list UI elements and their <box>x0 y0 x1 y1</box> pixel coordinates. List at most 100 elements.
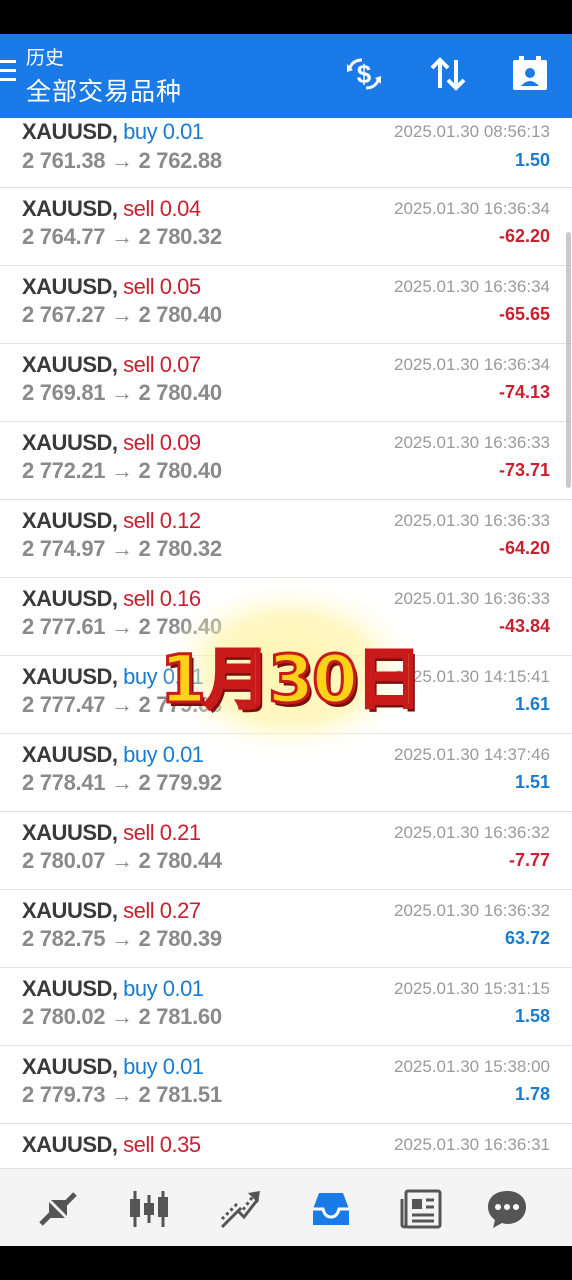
trade-symbol: XAUUSD, buy 0.01 <box>22 119 204 145</box>
trade-profit: 1.51 <box>514 772 550 792</box>
price-range: 2 777.47 → 2 779.08 <box>22 692 222 717</box>
trade-profit: 63.72 <box>504 928 550 948</box>
trade-row[interactable]: XAUUSD, sell 0.04 2 764.77 → 2 780.32 2025… <box>0 188 572 266</box>
trade-icon[interactable] <box>218 1187 262 1231</box>
trade-symbol: XAUUSD, sell 0.16 <box>22 586 201 612</box>
price-range: 2 772.21 → 2 780.40 <box>22 458 222 483</box>
bottom-navigation <box>0 1168 572 1246</box>
svg-text:$: $ <box>357 59 372 89</box>
trade-time: 2025.01.30 16:36:32 <box>394 823 550 842</box>
trade-profit: 1.78 <box>514 1084 550 1104</box>
price-range: 2 779.73 → 2 781.51 <box>22 1082 222 1107</box>
trade-symbol: XAUUSD, buy 0.01 <box>22 742 204 768</box>
trade-type: sell 0.05 <box>123 274 201 299</box>
trade-time: 2025.01.30 16:36:33 <box>394 433 550 452</box>
symbol-text: XAUUSD, <box>22 820 118 845</box>
symbol-text: XAUUSD, <box>22 976 118 1001</box>
trade-symbol: XAUUSD, sell 0.09 <box>22 430 201 456</box>
page-subtitle: 历史 <box>26 48 65 69</box>
trade-time: 2025.01.30 16:36:33 <box>394 589 550 608</box>
symbol-text: XAUUSD, <box>22 352 118 377</box>
scrollbar[interactable] <box>566 232 571 488</box>
price-range: 2 769.81 → 2 780.40 <box>22 380 222 405</box>
price-range: 2 777.61 → 2 780.40 <box>22 614 222 639</box>
trade-type: buy 0.01 <box>123 1054 204 1079</box>
price-range: 2 761.38 → 2 762.88 <box>22 148 222 173</box>
trade-type: sell 0.09 <box>123 430 201 455</box>
trade-row[interactable]: XAUUSD, sell 0.12 2 774.97 → 2 780.32 2025… <box>0 500 572 578</box>
trade-row[interactable]: XAUUSD, buy 0.01 2 777.47 → 2 779.08 2025.… <box>0 656 572 734</box>
trade-row[interactable]: XAUUSD, sell 0.21 2 780.07 → 2 780.44 2025… <box>0 812 572 890</box>
sort-icon[interactable] <box>428 54 468 94</box>
trade-time: 2025.01.30 16:36:34 <box>394 199 550 218</box>
trade-time: 2025.01.30 16:36:34 <box>394 355 550 374</box>
price-range: 2 764.77 → 2 780.32 <box>22 224 222 249</box>
trade-row[interactable]: XAUUSD, sell 0.27 2 782.75 → 2 780.39 2025… <box>0 890 572 968</box>
trade-row[interactable]: XAUUSD, sell 0.07 2 769.81 → 2 780.40 2025… <box>0 344 572 422</box>
trade-symbol: XAUUSD, sell 0.05 <box>22 274 201 300</box>
trade-symbol: XAUUSD, buy 0.01 <box>22 1054 204 1080</box>
symbol-text: XAUUSD, <box>22 119 118 144</box>
trade-row[interactable]: XAUUSD, buy 0.01 2 779.73 → 2 781.51 2025.… <box>0 1046 572 1124</box>
price-range: 2 778.41 → 2 779.92 <box>22 770 222 795</box>
trade-profit: -65.65 <box>498 304 550 324</box>
trade-profit: -74.13 <box>498 382 550 402</box>
trade-type: sell 0.21 <box>123 820 201 845</box>
trade-profit: -43.84 <box>498 616 550 636</box>
trade-profit: -73.71 <box>498 460 550 480</box>
price-range: 2 767.27 → 2 780.40 <box>22 302 222 327</box>
price-range: 2 782.75 → 2 780.39 <box>22 926 222 951</box>
symbol-text: XAUUSD, <box>22 664 118 689</box>
symbol-text: XAUUSD, <box>22 1132 118 1157</box>
trade-time: 2025.01.30 15:38:00 <box>394 1057 550 1076</box>
trade-type: sell 0.04 <box>123 196 201 221</box>
history-icon[interactable] <box>309 1187 353 1231</box>
trade-row[interactable]: XAUUSD, buy 0.01 2 780.02 → 2 781.60 2025.… <box>0 968 572 1046</box>
trade-row[interactable]: XAUUSD, buy 0.01 2 778.41 → 2 779.92 2025.… <box>0 734 572 812</box>
chat-icon[interactable] <box>485 1187 529 1231</box>
symbol-text: XAUUSD, <box>22 430 118 455</box>
news-icon[interactable] <box>400 1187 444 1231</box>
trade-time: 2025.01.30 08:56:13 <box>394 122 550 141</box>
trade-time: 2025.01.30 16:36:32 <box>394 901 550 920</box>
trade-profit: 1.58 <box>514 1006 550 1026</box>
symbol-text: XAUUSD, <box>22 196 118 221</box>
menu-icon[interactable] <box>0 60 16 84</box>
trade-profit: -62.20 <box>498 226 550 246</box>
trade-type: buy 0.01 <box>123 976 204 1001</box>
trade-type: buy 0.01 <box>123 742 204 767</box>
trade-row[interactable]: XAUUSD, sell 0.09 2 772.21 → 2 780.40 2025… <box>0 422 572 500</box>
trade-time: 2025.01.30 16:36:34 <box>394 277 550 296</box>
screen: 历史 全部交易品种 $ XAUUSD, buy 0.01 2 761.38 → 2… <box>0 34 572 1246</box>
app-bar: 历史 全部交易品种 $ <box>0 34 572 118</box>
trade-profit: -64.20 <box>498 538 550 558</box>
trade-symbol: XAUUSD, sell 0.12 <box>22 508 201 534</box>
trade-time: 2025.01.30 16:36:33 <box>394 511 550 530</box>
chart-icon[interactable] <box>127 1187 171 1231</box>
trade-history-list[interactable]: XAUUSD, buy 0.01 2 761.38 → 2 762.88 2025.… <box>0 118 572 1168</box>
symbol-text: XAUUSD, <box>22 508 118 533</box>
trade-time: 2025.01.30 15:31:15 <box>394 979 550 998</box>
page-title[interactable]: 全部交易品种 <box>26 72 182 108</box>
trade-row[interactable]: XAUUSD, buy 0.01 2 761.38 → 2 762.88 2025.… <box>0 118 572 188</box>
trade-type: sell 0.35 <box>123 1132 201 1157</box>
symbol-text: XAUUSD, <box>22 742 118 767</box>
trade-row[interactable]: XAUUSD, sell 0.05 2 767.27 → 2 780.40 2025… <box>0 266 572 344</box>
trade-symbol: XAUUSD, buy 0.01 <box>22 976 204 1002</box>
trade-symbol: XAUUSD, sell 0.27 <box>22 898 201 924</box>
currency-exchange-icon[interactable]: $ <box>344 54 384 94</box>
trade-row[interactable]: XAUUSD, sell 0.16 2 777.61 → 2 780.40 2025… <box>0 578 572 656</box>
trade-profit: 1.50 <box>514 150 550 170</box>
trade-time: 2025.01.30 14:37:46 <box>394 745 550 764</box>
symbol-text: XAUUSD, <box>22 274 118 299</box>
trade-symbol: XAUUSD, sell 0.35 <box>22 1132 201 1158</box>
trade-type: buy 0.01 <box>123 664 204 689</box>
trade-row[interactable]: XAUUSD, sell 0.35 2025.01.30 16:36:31 <box>0 1124 572 1168</box>
price-range: 2 780.07 → 2 780.44 <box>22 848 222 873</box>
trade-type: sell 0.07 <box>123 352 201 377</box>
trade-symbol: XAUUSD, sell 0.04 <box>22 196 201 222</box>
trade-type: buy 0.01 <box>123 119 204 144</box>
quotes-icon[interactable] <box>36 1187 80 1231</box>
calendar-icon[interactable] <box>510 54 550 94</box>
price-range: 2 774.97 → 2 780.32 <box>22 536 222 561</box>
